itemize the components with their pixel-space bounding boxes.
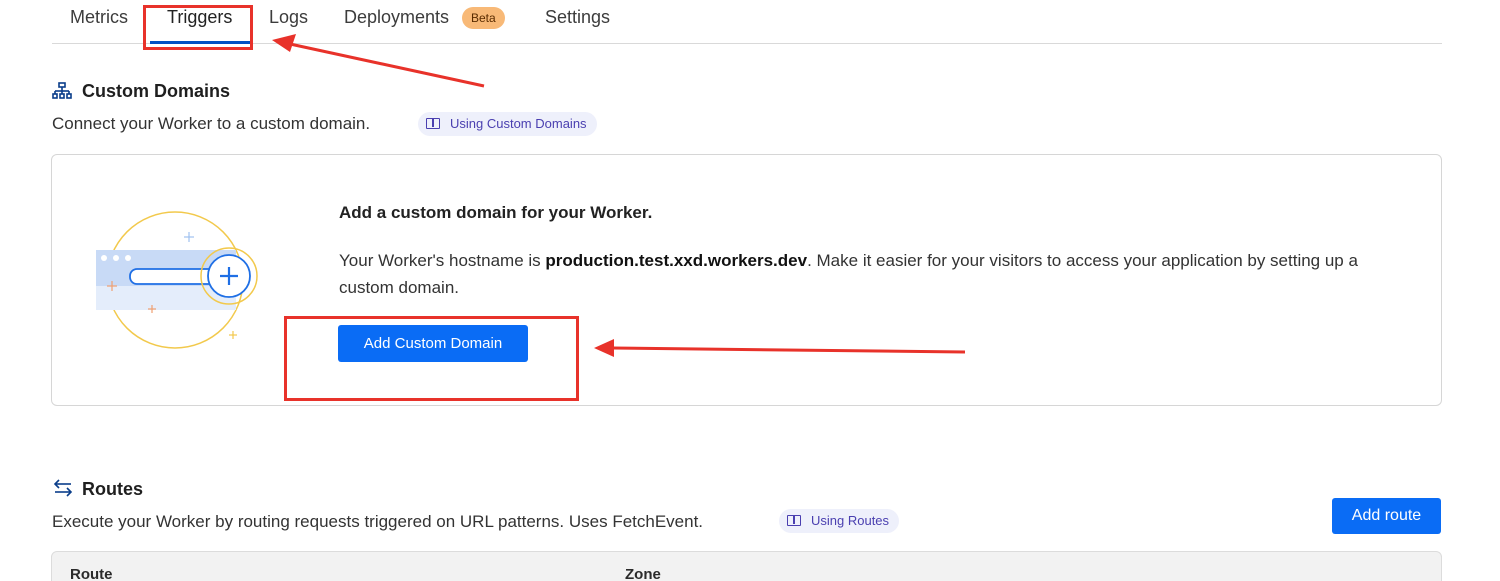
annotation-arrows: [272, 34, 966, 357]
annotation-arrow-triggers: [272, 34, 485, 88]
annotation-arrow-add-domain: [594, 339, 966, 357]
